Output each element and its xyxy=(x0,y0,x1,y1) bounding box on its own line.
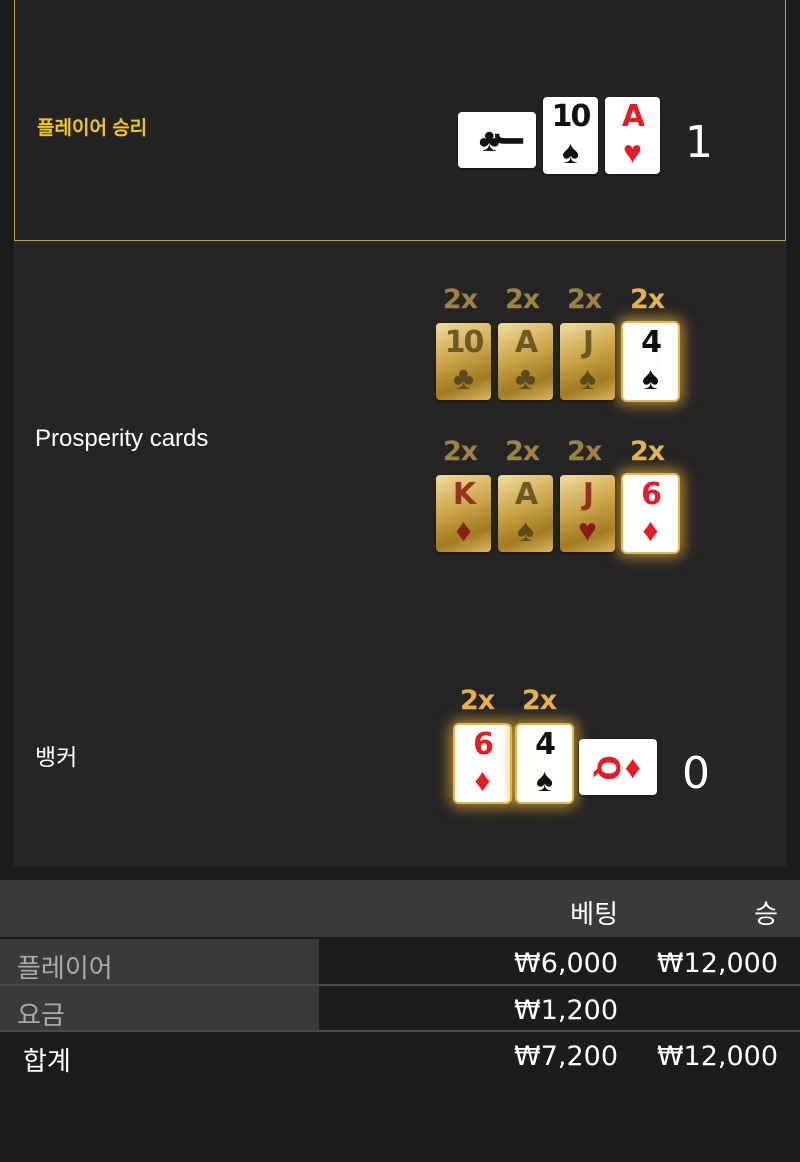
card-rank: J xyxy=(493,135,529,145)
banker-card-3: Q ♦ xyxy=(579,739,657,795)
player-result-panel: 플레이어 승리 ♣ J 10 ♠ A ♥ 1 xyxy=(14,0,786,241)
total-label: 합계 xyxy=(23,1046,71,1076)
spades-icon: ♠ xyxy=(642,360,659,396)
card-rank: A xyxy=(514,325,538,360)
bet-column-header: 베팅 xyxy=(570,899,618,929)
banker-score: 0 xyxy=(682,748,710,799)
total-bet-amount: ₩7,200 xyxy=(514,1041,618,1072)
card-rank: 10 xyxy=(444,325,485,360)
card-rank: 4 xyxy=(535,727,556,762)
multiplier-badge: 2x xyxy=(443,436,478,467)
prosperity-cards-panel: Prosperity cards 2x 2x 2x 2x 10 ♣ A ♣ J … xyxy=(14,241,786,641)
bet-amount: ₩1,200 xyxy=(514,995,618,1026)
diamonds-icon: ♦ xyxy=(624,749,641,785)
card-rank: A xyxy=(514,477,538,512)
diamonds-icon: ♦ xyxy=(642,512,659,548)
player-win-label: 플레이어 승리 xyxy=(37,118,148,139)
card-rank: Q xyxy=(589,755,625,779)
bet-summary-table: 베팅 승 플레이어 ₩6,000 ₩12,000 요금 ₩1,200 합계 ₩7… xyxy=(0,880,800,1162)
diamonds-icon: ♦ xyxy=(455,512,472,548)
row-label: 플레이어 xyxy=(17,953,113,983)
multiplier-badge: 2x xyxy=(443,284,478,315)
banker-card-2: 4 ♠ xyxy=(517,725,572,802)
player-score: 1 xyxy=(685,117,713,168)
table-row: 요금 ₩1,200 xyxy=(0,986,800,1031)
prosperity-card: K ♦ xyxy=(436,475,491,552)
multiplier-badge: 2x xyxy=(567,436,602,467)
prosperity-label: Prosperity cards xyxy=(35,425,209,452)
prosperity-card-matched: 6 ♦ xyxy=(623,475,678,552)
prosperity-card: 10 ♣ xyxy=(436,323,491,400)
multiplier-badge: 2x xyxy=(505,284,540,315)
card-rank: 6 xyxy=(641,477,662,512)
multiplier-badge: 2x xyxy=(567,284,602,315)
win-column-header: 승 xyxy=(754,899,778,929)
prosperity-card: J ♠ xyxy=(560,323,615,400)
spades-icon: ♠ xyxy=(579,360,596,396)
diamonds-icon: ♦ xyxy=(474,762,491,798)
row-label: 요금 xyxy=(17,1000,65,1030)
card-rank: 10 xyxy=(551,99,592,134)
player-card-3: A ♥ xyxy=(605,97,660,174)
player-card-2: 10 ♠ xyxy=(543,97,598,174)
prosperity-card-matched: 4 ♠ xyxy=(623,323,678,400)
prosperity-card: A ♠ xyxy=(498,475,553,552)
spades-icon: ♠ xyxy=(517,512,534,548)
total-row: 합계 ₩7,200 ₩12,000 xyxy=(0,1032,800,1077)
multiplier-badge: 2x xyxy=(630,284,665,315)
prosperity-card: A ♣ xyxy=(498,323,553,400)
prosperity-card: J ♥ xyxy=(560,475,615,552)
table-row: 플레이어 ₩6,000 ₩12,000 xyxy=(0,939,800,984)
clubs-icon: ♣ xyxy=(453,360,474,396)
banker-label: 뱅커 xyxy=(35,744,78,770)
card-rank: J xyxy=(582,477,594,512)
summary-header: 베팅 승 xyxy=(0,880,800,937)
multiplier-badge: 2x xyxy=(460,685,495,716)
bet-amount: ₩6,000 xyxy=(514,948,618,979)
banker-result-panel: 뱅커 2x 2x 6 ♦ 4 ♠ Q ♦ 0 xyxy=(14,641,786,867)
player-card-1: ♣ J xyxy=(458,112,536,168)
card-rank: 6 xyxy=(473,727,494,762)
multiplier-badge: 2x xyxy=(505,436,540,467)
card-rank: A xyxy=(621,99,645,134)
card-rank: 4 xyxy=(641,325,662,360)
card-rank: K xyxy=(452,477,476,512)
card-rank: J xyxy=(582,325,594,360)
banker-card-1: 6 ♦ xyxy=(455,725,510,802)
multiplier-badge: 2x xyxy=(522,685,557,716)
spades-icon: ♠ xyxy=(536,762,553,798)
clubs-icon: ♣ xyxy=(515,360,536,396)
multiplier-badge: 2x xyxy=(630,436,665,467)
hearts-icon: ♥ xyxy=(623,134,642,170)
hearts-icon: ♥ xyxy=(578,512,597,548)
win-amount: ₩12,000 xyxy=(656,948,778,979)
spades-icon: ♠ xyxy=(562,134,579,170)
total-win-amount: ₩12,000 xyxy=(656,1041,778,1072)
